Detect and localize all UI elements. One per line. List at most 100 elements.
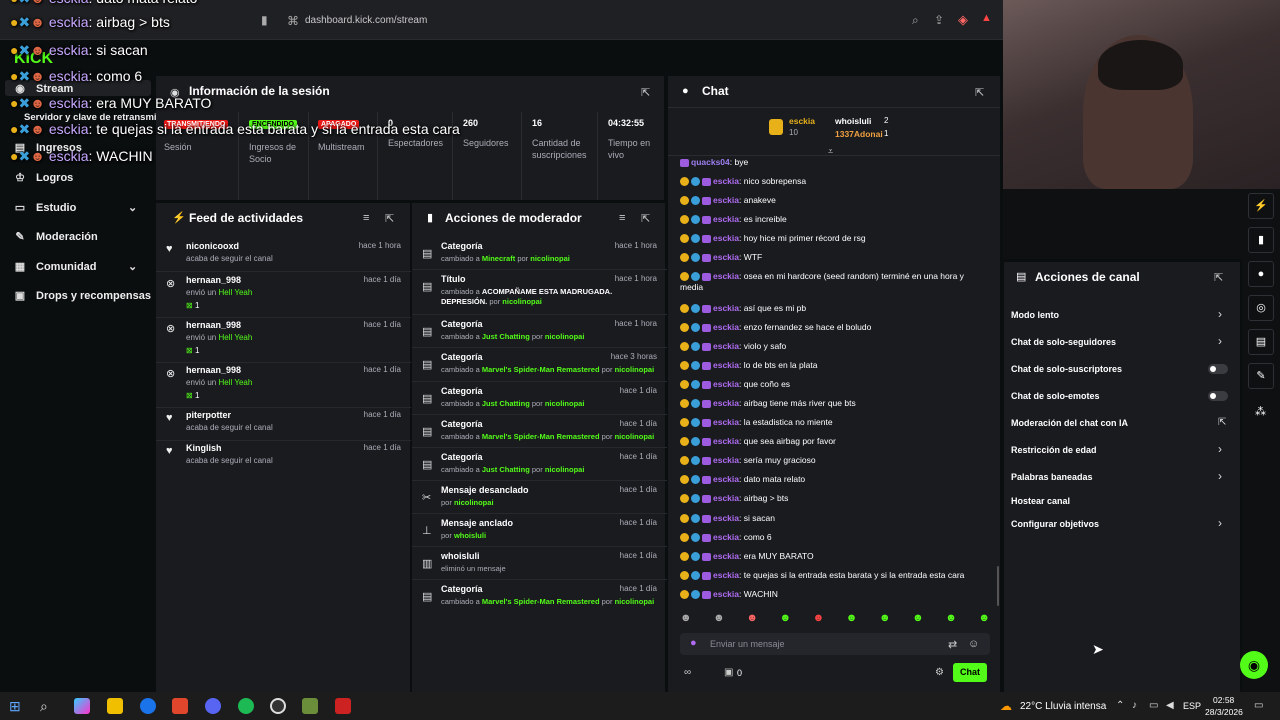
top-gifter-2[interactable]: whoisluli <box>835 116 871 126</box>
chat-input[interactable]: Enviar un mensaje <box>710 639 785 649</box>
chevron-right-icon[interactable]: › <box>1218 334 1222 348</box>
chat-username[interactable]: esckia <box>713 233 739 243</box>
chat-username[interactable]: esckia <box>713 303 739 313</box>
mod-action-user[interactable]: nicolinopai <box>545 399 585 408</box>
chat-username[interactable]: esckia <box>713 474 739 484</box>
discord-icon[interactable] <box>205 698 221 714</box>
chat-username[interactable]: esckia <box>713 551 739 561</box>
chat-username[interactable]: esckia <box>713 436 739 446</box>
clock-time[interactable]: 02:58 <box>1213 695 1234 705</box>
dock-wrench-icon[interactable]: ✎ <box>1248 363 1274 389</box>
emote-icon[interactable]: ☻ <box>846 612 858 628</box>
feed-username[interactable]: hernaan_998 <box>186 320 241 330</box>
dock-broadcast-icon[interactable]: ◎ <box>1248 295 1274 321</box>
emote-icon[interactable]: ☻ <box>945 612 957 628</box>
feed-username[interactable]: piterpotter <box>186 410 231 420</box>
popout-icon[interactable]: ⇱ <box>641 212 650 225</box>
channel-action-label[interactable]: Palabras baneadas <box>1011 472 1093 482</box>
brave-icon[interactable] <box>172 698 188 714</box>
feed-username[interactable]: niconicooxd <box>186 241 239 251</box>
chat-username[interactable]: esckia <box>713 252 739 262</box>
sidebar-item-moderacion[interactable]: ✎ Moderación <box>14 230 97 244</box>
site-info-icon[interactable]: ⌘ <box>287 14 299 28</box>
address-bar[interactable]: dashboard.kick.com/stream <box>305 15 427 26</box>
chevron-right-icon[interactable]: › <box>1218 442 1222 456</box>
sidebar-item-comunidad[interactable]: ▦ Comunidad ⌄ <box>14 260 137 274</box>
chat-username[interactable]: quacks04 <box>691 157 730 167</box>
mod-action-user[interactable]: nicolinopai <box>454 498 494 507</box>
sidebar-item-logros[interactable]: ♔ Logros <box>14 171 73 185</box>
spotify-icon[interactable] <box>238 698 254 714</box>
emote-icon[interactable]: ☻ <box>813 612 825 628</box>
channel-action-label[interactable]: Configurar objetivos <box>1011 519 1099 529</box>
filter-icon[interactable]: ≡ <box>619 212 625 224</box>
obs-icon[interactable] <box>270 698 286 714</box>
toggle-switch[interactable] <box>1208 391 1228 401</box>
channel-action-label[interactable]: Restricción de edad <box>1011 445 1097 455</box>
chat-username[interactable]: esckia <box>713 214 739 224</box>
chat-username[interactable]: esckia <box>713 341 739 351</box>
dock-channel-icon[interactable]: ▤ <box>1248 329 1274 355</box>
network-icon[interactable]: ▭ <box>1149 700 1158 711</box>
chrome-icon[interactable] <box>140 698 156 714</box>
chat-username[interactable]: esckia <box>713 455 739 465</box>
chat-username[interactable]: esckia <box>713 398 739 408</box>
popout-icon[interactable]: ⇱ <box>641 86 650 99</box>
chevron-right-icon[interactable]: › <box>1218 307 1222 321</box>
emote-icon[interactable]: ☻ <box>746 612 758 628</box>
sidebar-item-estudio[interactable]: ▭ Estudio ⌄ <box>14 201 137 215</box>
chat-input-box[interactable]: ● Enviar un mensaje ⇄ ☺ <box>680 633 990 655</box>
chat-username[interactable]: esckia <box>713 195 739 205</box>
chat-username[interactable]: esckia <box>713 513 739 523</box>
mod-action-user[interactable]: nicolinopai <box>615 365 655 374</box>
chat-username[interactable]: esckia <box>713 360 739 370</box>
chat-username[interactable]: esckia <box>713 176 739 186</box>
channel-action-label[interactable]: Modo lento <box>1011 310 1059 320</box>
feed-username[interactable]: hernaan_998 <box>186 275 241 285</box>
emote-icon[interactable]: ☻ <box>779 612 791 628</box>
support-icon[interactable]: ◉ <box>1240 651 1268 679</box>
windows-start-icon[interactable]: ⊞ <box>9 698 21 715</box>
volume-icon[interactable]: ◀ <box>1166 700 1174 711</box>
chat-username[interactable]: esckia <box>713 271 739 281</box>
share-icon[interactable]: ⇪ <box>934 13 944 27</box>
feed-username[interactable]: Kinglish <box>186 443 222 453</box>
mic-tray-icon[interactable]: ♪ <box>1132 700 1137 711</box>
channel-action-label[interactable]: Hostear canal <box>1011 496 1070 506</box>
chevron-right-icon[interactable]: › <box>1218 516 1222 530</box>
mod-action-user[interactable]: whoisluli <box>454 531 486 540</box>
send-chat-button[interactable]: Chat <box>953 663 987 682</box>
channel-action-label[interactable]: Chat de solo-suscriptores <box>1011 364 1122 374</box>
chat-username[interactable]: esckia <box>713 493 739 503</box>
dock-lightning-icon[interactable]: ⚡ <box>1248 193 1274 219</box>
channel-action-label[interactable]: Chat de solo-seguidores <box>1011 337 1116 347</box>
top-gifter-1[interactable]: esckia <box>789 116 815 126</box>
toggle-switch[interactable] <box>1208 364 1228 374</box>
mic-icon[interactable]: ● <box>690 637 697 649</box>
chat-username[interactable]: esckia <box>713 589 739 599</box>
settings-icon[interactable]: ⚙ <box>935 667 944 678</box>
chat-username[interactable]: esckia <box>713 532 739 542</box>
external-link-icon[interactable]: ⇱ <box>1218 417 1226 428</box>
chat-username[interactable]: esckia <box>713 322 739 332</box>
popout-icon[interactable]: ⇱ <box>1214 271 1223 284</box>
chat-scrollbar[interactable] <box>997 566 999 606</box>
notification-icon[interactable]: ▭ <box>1254 700 1263 711</box>
chat-username[interactable]: esckia <box>713 570 739 580</box>
infinity-icon[interactable]: ∞ <box>684 667 691 678</box>
brave-shield-icon[interactable]: ◈ <box>958 12 968 28</box>
mod-action-user[interactable]: nicolinopai <box>545 332 585 341</box>
tray-chevron-icon[interactable]: ⌃ <box>1116 700 1124 711</box>
emote-icon[interactable]: ☻ <box>879 612 891 628</box>
chevron-right-icon[interactable]: › <box>1218 469 1222 483</box>
channel-action-label[interactable]: Moderación del chat con IA <box>1011 418 1128 428</box>
search-icon[interactable]: ⌕ <box>40 698 48 715</box>
brave-rewards-icon[interactable]: ▲ <box>981 12 992 24</box>
emote-icon[interactable]: ☻ <box>912 612 924 628</box>
bookmark-icon[interactable]: ▮ <box>261 13 268 27</box>
top-gifter-3[interactable]: 1337Adonai <box>835 129 883 139</box>
mod-action-user[interactable]: nicolinopai <box>502 297 542 306</box>
chat-username[interactable]: esckia <box>713 417 739 427</box>
feed-username[interactable]: hernaan_998 <box>186 365 241 375</box>
dock-more-icon[interactable]: ⁂ <box>1255 405 1266 418</box>
